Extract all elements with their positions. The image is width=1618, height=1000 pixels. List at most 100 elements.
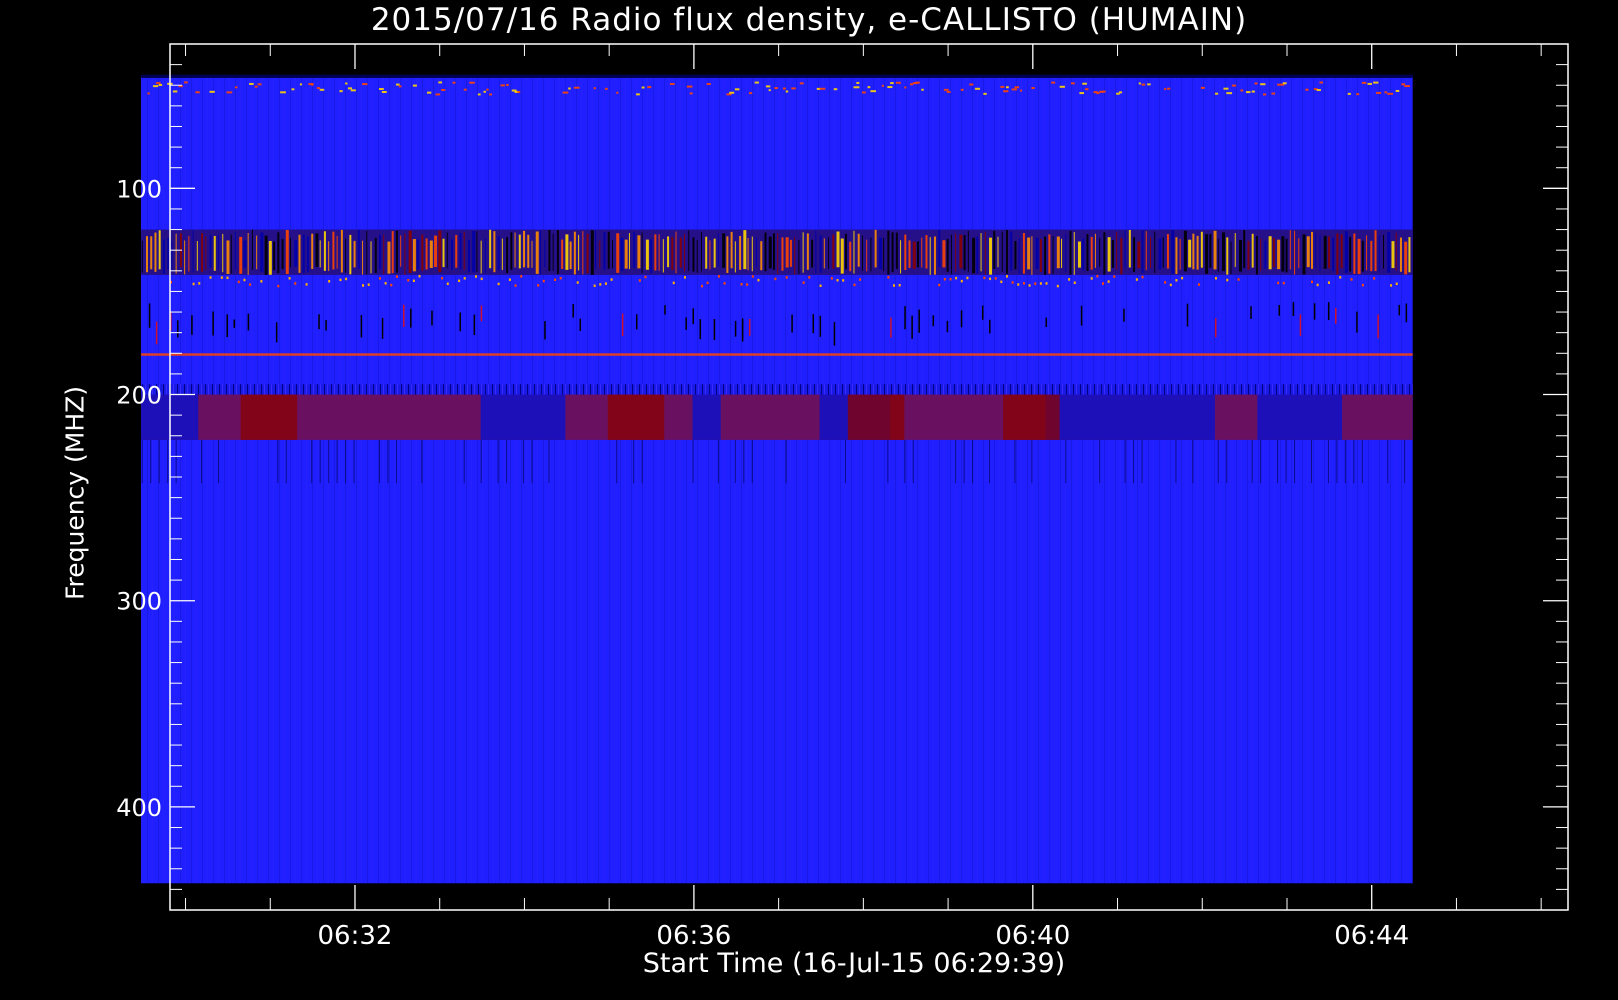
interference-dash	[1141, 83, 1146, 86]
dropout-column	[946, 320, 949, 333]
burst-column	[1255, 236, 1258, 275]
burst-column	[1154, 231, 1156, 273]
interference-dash	[881, 84, 884, 87]
burst-column	[171, 240, 173, 272]
burst-column	[1378, 234, 1380, 272]
emission-speck	[441, 276, 444, 280]
interference-dash	[1166, 87, 1171, 90]
y-tick-label: 400	[116, 794, 162, 822]
emission-speck	[774, 277, 777, 281]
interference-dash	[799, 82, 804, 85]
dropout-column	[1299, 314, 1302, 336]
burst-column	[684, 233, 686, 272]
burst-column	[1077, 241, 1081, 268]
burst-column	[362, 240, 364, 275]
interference-dash	[689, 92, 693, 95]
interference-dash	[861, 91, 866, 94]
emission-speck	[785, 276, 788, 279]
burst-column	[247, 232, 249, 275]
emission-speck	[1175, 279, 1178, 282]
burst-column	[154, 232, 157, 272]
burst-column	[794, 237, 796, 275]
interference-dash	[1361, 81, 1367, 84]
burst-column	[844, 233, 847, 270]
band-core	[1003, 394, 1060, 440]
burst-column	[222, 233, 224, 273]
burst-column	[1171, 230, 1175, 274]
burst-column	[908, 240, 911, 268]
dropout-column	[158, 439, 160, 484]
dropout-column	[480, 305, 483, 322]
burst-column	[438, 230, 442, 273]
burst-column	[302, 234, 305, 273]
burst-column	[1061, 238, 1063, 269]
dropout-column	[960, 310, 963, 328]
burst-column	[671, 236, 674, 271]
burst-column	[633, 231, 636, 268]
burst-column	[218, 234, 220, 270]
interference-dash	[1367, 82, 1373, 85]
interference-dash	[155, 82, 161, 85]
interference-dash	[226, 91, 233, 94]
burst-column	[675, 231, 677, 274]
interference-dash	[1059, 85, 1065, 88]
spectrogram-figure: 2015/07/16 Radio flux density, e-CALLIST…	[0, 0, 1618, 1000]
dropout-column	[459, 312, 461, 332]
emission-speck	[328, 280, 331, 283]
burst-column	[1031, 236, 1033, 275]
burst-column	[510, 232, 513, 270]
emission-speck	[1181, 276, 1184, 280]
dropout-column	[1313, 303, 1316, 320]
burst-column	[654, 234, 657, 271]
interference-dash	[350, 89, 356, 92]
burst-column	[662, 239, 664, 273]
burst-column	[1158, 238, 1162, 270]
emission-speck	[983, 276, 986, 280]
burst-column	[251, 229, 253, 270]
dropout-column	[1065, 439, 1067, 484]
emission-speck	[684, 276, 687, 279]
burst-column	[561, 239, 564, 269]
burst-column	[565, 234, 569, 270]
burst-column	[989, 237, 993, 275]
burst-column	[777, 233, 779, 275]
dropout-column	[1335, 307, 1337, 324]
dropout-column	[1226, 439, 1228, 484]
interference-dash	[1387, 92, 1394, 95]
dropout-column	[506, 439, 508, 484]
emission-speck	[853, 283, 856, 287]
burst-column	[340, 229, 343, 273]
dropout-column	[155, 321, 158, 345]
emission-speck	[672, 281, 675, 285]
burst-column	[878, 237, 882, 270]
burst-column	[162, 239, 165, 274]
emission-speck	[1169, 283, 1172, 287]
dropout-column	[1278, 304, 1281, 316]
burst-column	[887, 230, 890, 275]
emission-speck	[842, 279, 845, 282]
band-gap	[1257, 394, 1343, 440]
burst-column	[1349, 236, 1352, 272]
burst-column	[578, 234, 580, 271]
emission-speck	[198, 282, 201, 285]
burst-column	[323, 231, 326, 271]
burst-column	[806, 233, 809, 270]
burst-column	[756, 237, 758, 267]
burst-column	[993, 230, 996, 269]
interference-dash	[774, 87, 778, 90]
emission-speck	[446, 282, 449, 285]
interference-dash	[345, 82, 348, 85]
burst-column	[1272, 238, 1275, 268]
burst-column	[976, 236, 979, 274]
emission-speck	[339, 278, 342, 282]
burst-column	[476, 231, 478, 272]
burst-column	[1094, 233, 1096, 268]
feature-band	[141, 394, 1413, 440]
dropout-column	[167, 439, 169, 484]
dropout-column	[579, 318, 582, 331]
burst-column	[1116, 232, 1118, 270]
emission-speck	[1045, 282, 1048, 285]
burst-column	[391, 231, 394, 274]
emission-speck	[367, 283, 370, 286]
burst-column	[1361, 240, 1364, 272]
